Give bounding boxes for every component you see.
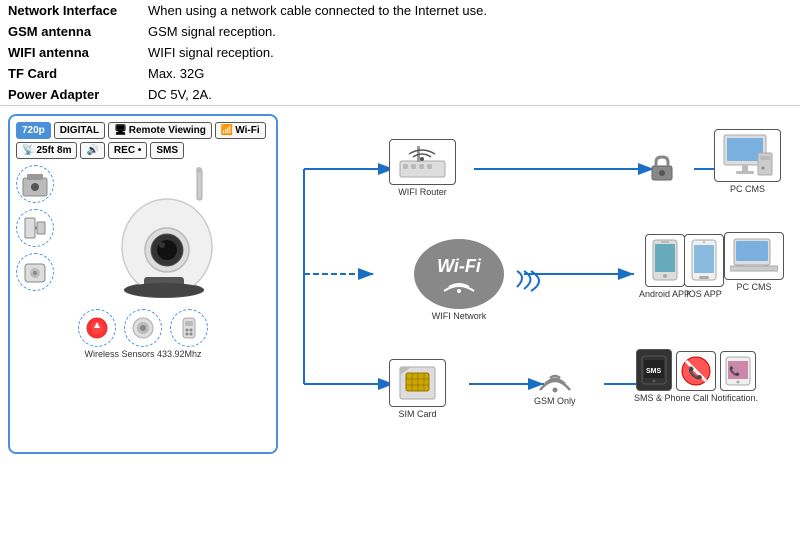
no-call-box: 📞 (676, 351, 716, 391)
left-sensors (16, 165, 54, 291)
viber-icon: 📞 (724, 355, 752, 387)
wifi-router-node: WIFI Router (389, 139, 456, 197)
pc-cms-top-box (714, 129, 781, 182)
camera-body (58, 165, 270, 305)
spec-row-power: Power Adapter DC 5V, 2A. (0, 84, 800, 106)
badge-720p: 720p (16, 122, 51, 139)
camera-svg (89, 165, 239, 305)
specs-table: Network Interface When using a network c… (0, 0, 800, 106)
sms-phone-box: SMS (636, 349, 672, 391)
badge-sms: SMS (150, 142, 184, 159)
gsm-signal-icon (535, 362, 575, 394)
spec-value: Max. 32G (140, 63, 800, 84)
badge-audio: 🔊 (80, 142, 104, 159)
android-node: Android APP (639, 234, 690, 299)
wifi-waves-icon (439, 277, 479, 293)
pc-cms-mid-node: PC CMS (724, 232, 784, 292)
pc-cms-mid-label: PC CMS (736, 282, 771, 292)
spec-row-tfcard: TF Card Max. 32G (0, 63, 800, 84)
android-box (645, 234, 685, 287)
spec-row-gsm: GSM antenna GSM signal reception. (0, 21, 800, 42)
spec-label: Power Adapter (0, 84, 140, 106)
android-phone-icon (651, 238, 679, 283)
wifi-router-label: WIFI Router (398, 187, 447, 197)
sensor-label: Wireless Sensors 433.92Mhz (16, 349, 270, 359)
badge-rec: REC • (108, 142, 147, 159)
ios-node: IOS APP (684, 234, 724, 299)
sms-label: SMS & Phone Call Notification. (634, 393, 758, 403)
cable-lock-icon (644, 152, 680, 188)
diagram-area: 720p DIGITAL 🖥 Remote Viewing 📶 Wi-Fi 📡 … (0, 114, 800, 454)
spec-value: DC 5V, 2A. (140, 84, 800, 106)
range-icon: 📡 (22, 145, 34, 156)
ios-box (684, 234, 724, 287)
spec-label: Network Interface (0, 0, 140, 21)
camera-panel: 720p DIGITAL 🖥 Remote Viewing 📶 Wi-Fi 📡 … (8, 114, 278, 454)
sms-notification-node: SMS 📞 (634, 349, 758, 403)
sensor-remote (170, 309, 208, 347)
ethernet-icon (644, 152, 680, 188)
wifi-network-node: Wi-Fi WIFI Network (414, 239, 504, 321)
spec-value: When using a network cable connected to … (140, 0, 800, 21)
pc-icon-top (720, 133, 775, 178)
pc-cms-mid-box (724, 232, 784, 280)
wifi-network-label: WIFI Network (432, 311, 487, 321)
ios-label: IOS APP (686, 289, 722, 299)
spec-label: WIFI antenna (0, 42, 140, 63)
badge-wifi: 📶 Wi-Fi (215, 122, 266, 139)
diagram-container: WIFI Router (294, 114, 800, 454)
android-label: Android APP (639, 289, 690, 299)
badge-remote-viewing: 🖥 Remote Viewing (108, 122, 212, 139)
sensor-door (16, 209, 54, 247)
svg-text:📞: 📞 (729, 365, 741, 376)
badge-digital: DIGITAL (54, 122, 105, 139)
spec-label: TF Card (0, 63, 140, 84)
gsm-only-label: GSM Only (534, 396, 576, 406)
laptop-icon (730, 236, 778, 276)
sim-card-box (389, 359, 446, 407)
sim-card-node: SIM Card (389, 359, 446, 419)
badge-range: 📡 25ft 8m (16, 142, 77, 159)
viber-box: 📞 (720, 351, 756, 391)
sensor-smoke (124, 309, 162, 347)
spec-row-network: Network Interface When using a network c… (0, 0, 800, 21)
wifi-text: Wi-Fi (437, 256, 481, 277)
sms-phone-icon: SMS (640, 354, 668, 386)
sensor-siren (78, 309, 116, 347)
spec-label: GSM antenna (0, 21, 140, 42)
sensor-gas (16, 253, 54, 291)
ios-phone-icon (690, 238, 718, 283)
notification-devices: SMS 📞 (636, 349, 756, 391)
pc-cms-top-label: PC CMS (730, 184, 765, 194)
svg-text:📞: 📞 (688, 365, 703, 380)
sim-card-icon (395, 363, 440, 403)
router-icon (395, 143, 450, 181)
right-diagram: WIFI Router (278, 114, 800, 454)
spec-row-wifi: WIFI antenna WIFI signal reception. (0, 42, 800, 63)
wifi-network-circle: Wi-Fi (414, 239, 504, 309)
spec-value: WIFI signal reception. (140, 42, 800, 63)
feature-badges: 720p DIGITAL 🖥 Remote Viewing 📶 Wi-Fi 📡 … (16, 122, 270, 159)
sensor-pir (16, 165, 54, 203)
gsm-only-node: GSM Only (534, 362, 576, 406)
svg-text:SMS: SMS (646, 368, 662, 375)
wifi-router-box (389, 139, 456, 185)
sim-card-label: SIM Card (398, 409, 436, 419)
wifi-arrow-right (512, 269, 552, 297)
monitor-icon: 🖥 (114, 125, 127, 136)
spec-value: GSM signal reception. (140, 21, 800, 42)
wifi-icon-badge: 📶 (221, 125, 233, 136)
wifi-signal-right-icon (512, 269, 552, 294)
pc-cms-top-node: PC CMS (714, 129, 781, 194)
bottom-sensors (16, 309, 270, 347)
no-call-icon: 📞 (680, 355, 712, 387)
